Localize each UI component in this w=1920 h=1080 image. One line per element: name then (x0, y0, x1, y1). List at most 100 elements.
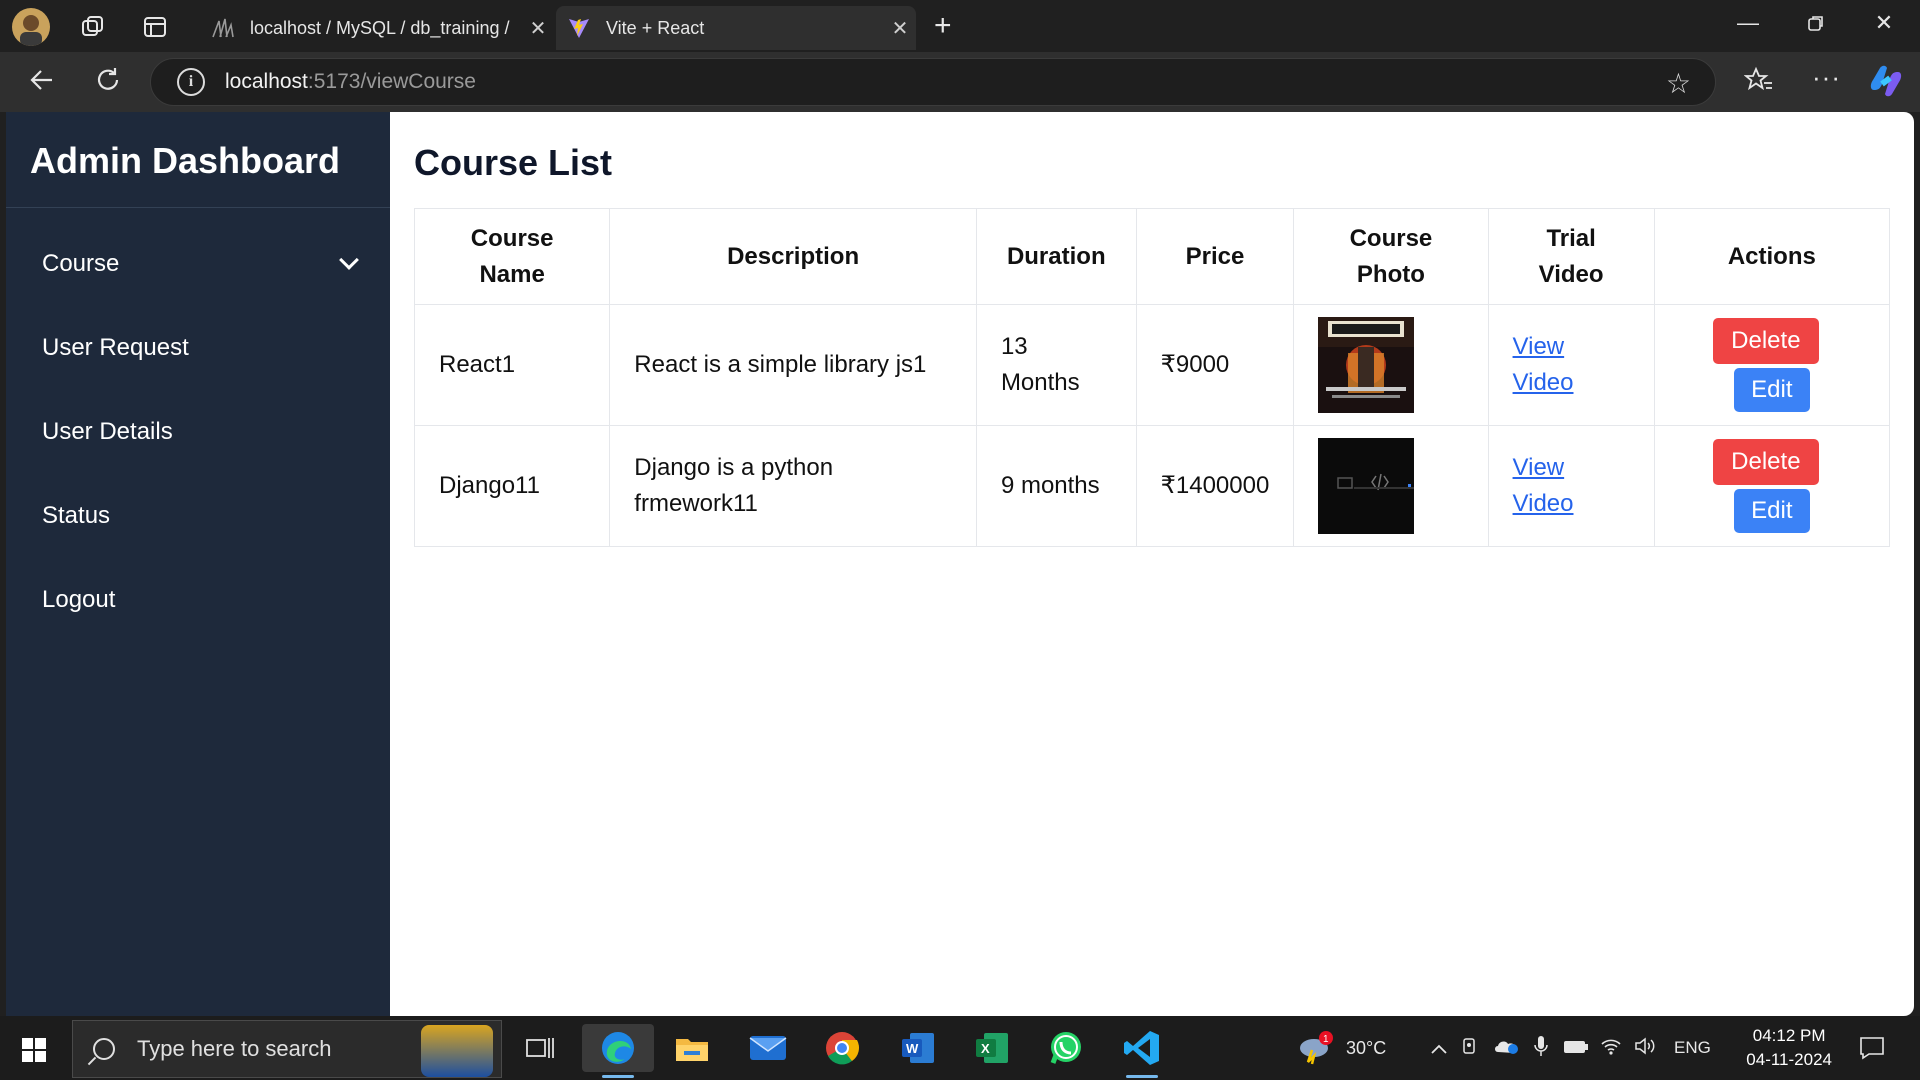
windows-start-icon[interactable] (22, 1038, 46, 1062)
sidebar: Admin Dashboard Course User Request User… (6, 112, 390, 1016)
clock[interactable]: 04:12 PM 04-11-2024 (1746, 1024, 1832, 1072)
page-viewport: Admin Dashboard Course User Request User… (6, 112, 1914, 1016)
sidebar-item-logout[interactable]: Logout (6, 558, 390, 642)
browser-titlebar: localhost / MySQL / db_training / ✕ Vite… (0, 0, 1920, 52)
table-header-row: Course Name Description Duration Price C… (413, 208, 1891, 305)
workspaces-icon[interactable] (80, 14, 106, 44)
restore-icon[interactable] (1796, 10, 1836, 38)
sidebar-item-label: Logout (42, 586, 116, 613)
course-photo-cell (1293, 425, 1489, 547)
onedrive-icon[interactable] (1488, 1037, 1524, 1060)
vscode-icon[interactable] (1118, 1024, 1166, 1078)
view-video-link[interactable]: View Video (1513, 450, 1630, 522)
tab-vite-react[interactable]: Vite + React ✕ (556, 6, 916, 50)
tab-phpmyadmin[interactable]: localhost / MySQL / db_training / ✕ (200, 6, 554, 50)
sidebar-item-user-request[interactable]: User Request (6, 306, 390, 390)
mail-icon[interactable] (744, 1024, 792, 1072)
more-options-icon[interactable]: ··· (1812, 64, 1841, 90)
address-bar[interactable]: i localhost:5173/viewCourse ☆ (150, 58, 1716, 106)
column-header: Description (609, 208, 977, 305)
column-header: Duration (975, 208, 1137, 305)
site-info-icon[interactable]: i (177, 68, 205, 96)
taskbar-search[interactable]: Type here to search (72, 1020, 502, 1078)
browser-toolbar: i localhost:5173/viewCourse ☆ ··· (0, 52, 1920, 112)
course-photo (1318, 317, 1415, 413)
course-duration: 13 Months (975, 304, 1137, 426)
search-icon (93, 1038, 115, 1060)
delete-button[interactable]: Delete (1712, 318, 1819, 364)
new-tab-icon[interactable]: + (934, 11, 952, 41)
close-tab-icon[interactable]: ✕ (884, 16, 916, 41)
search-placeholder: Type here to search (137, 1036, 332, 1061)
task-view-icon[interactable] (516, 1024, 564, 1072)
edit-button[interactable]: Edit (1733, 368, 1810, 412)
tab-title: localhost / MySQL / db_training / (250, 17, 510, 38)
course-name: React1 (413, 304, 611, 426)
course-price: ₹1400000 (1135, 425, 1295, 547)
sidebar-item-user-details[interactable]: User Details (6, 390, 390, 474)
input-language[interactable]: ENG (1674, 1038, 1711, 1058)
svg-text:W: W (906, 1041, 919, 1056)
weather-temp: 30°C (1346, 1037, 1387, 1058)
word-icon[interactable]: W (894, 1024, 942, 1072)
meet-now-icon[interactable] (1454, 1036, 1488, 1061)
course-photo-cell (1293, 304, 1489, 426)
search-highlight-image (421, 1025, 493, 1077)
course-price: ₹9000 (1135, 304, 1295, 426)
course-description: React is a simple library js1 (609, 304, 977, 426)
sidebar-item-course[interactable]: Course (6, 222, 390, 306)
vite-icon (566, 15, 592, 41)
taskbar: Type here to search W X 1 30°C ENG 04:12… (0, 1016, 1920, 1080)
minimize-icon[interactable]: — (1728, 10, 1768, 36)
profile-avatar[interactable] (12, 8, 50, 46)
sidebar-item-label: User Details (42, 418, 173, 445)
tab-actions-icon[interactable] (142, 14, 168, 44)
phpmyadmin-icon (210, 15, 236, 41)
svg-text:X: X (981, 1041, 990, 1056)
show-hidden-icons-chevron-icon[interactable] (1424, 1038, 1454, 1059)
back-icon[interactable] (28, 66, 56, 98)
wifi-icon[interactable] (1594, 1037, 1628, 1060)
view-video-link[interactable]: View Video (1513, 329, 1630, 401)
trial-video-cell: View Video (1487, 425, 1655, 547)
column-header: Price (1135, 208, 1295, 305)
copilot-icon[interactable] (1868, 64, 1904, 102)
excel-icon[interactable]: X (968, 1024, 1016, 1072)
table-row: Django11 Django is a python frmework11 9… (413, 425, 1891, 547)
brand-title: Admin Dashboard (6, 112, 390, 208)
edge-taskbar-icon[interactable] (582, 1024, 654, 1078)
file-explorer-icon[interactable] (668, 1024, 716, 1072)
course-description: Django is a python frmework11 (609, 425, 977, 547)
delete-button[interactable]: Delete (1712, 439, 1819, 485)
sidebar-item-label: Status (42, 502, 111, 529)
volume-icon[interactable] (1628, 1036, 1662, 1060)
refresh-icon[interactable] (94, 66, 122, 98)
course-name: Django11 (413, 425, 611, 547)
column-header: Trial Video (1487, 208, 1655, 305)
actions-cell: Delete Edit (1653, 304, 1891, 426)
column-header: Course Photo (1293, 208, 1489, 305)
favorites-icon[interactable] (1743, 66, 1774, 98)
favorite-star-icon[interactable]: ☆ (1666, 67, 1691, 100)
trial-video-cell: View Video (1487, 304, 1655, 426)
weather-storm-icon: 1 (1300, 1031, 1333, 1065)
sidebar-item-status[interactable]: Status (6, 474, 390, 558)
close-window-icon[interactable]: ✕ (1864, 10, 1904, 36)
notifications-icon[interactable] (1848, 1024, 1896, 1072)
weather-widget[interactable]: 1 30°C (1296, 1016, 1386, 1080)
microphone-icon[interactable] (1524, 1035, 1558, 1062)
table-row: React1 React is a simple library js1 13 … (413, 304, 1891, 426)
course-photo (1318, 438, 1415, 534)
tab-title: Vite + React (606, 17, 705, 38)
main-content: Course List Course Name Description Dura… (413, 112, 1892, 547)
edit-button[interactable]: Edit (1733, 489, 1810, 533)
whatsapp-icon[interactable] (1042, 1024, 1090, 1072)
battery-icon[interactable] (1558, 1038, 1594, 1059)
chevron-down-icon (339, 250, 359, 270)
svg-text:1: 1 (1323, 1034, 1329, 1045)
sidebar-item-label: Course (42, 250, 120, 277)
url-host: localhost (225, 70, 308, 93)
chrome-icon[interactable] (818, 1024, 866, 1072)
close-tab-icon[interactable]: ✕ (522, 16, 554, 41)
clock-date: 04-11-2024 (1746, 1050, 1832, 1069)
